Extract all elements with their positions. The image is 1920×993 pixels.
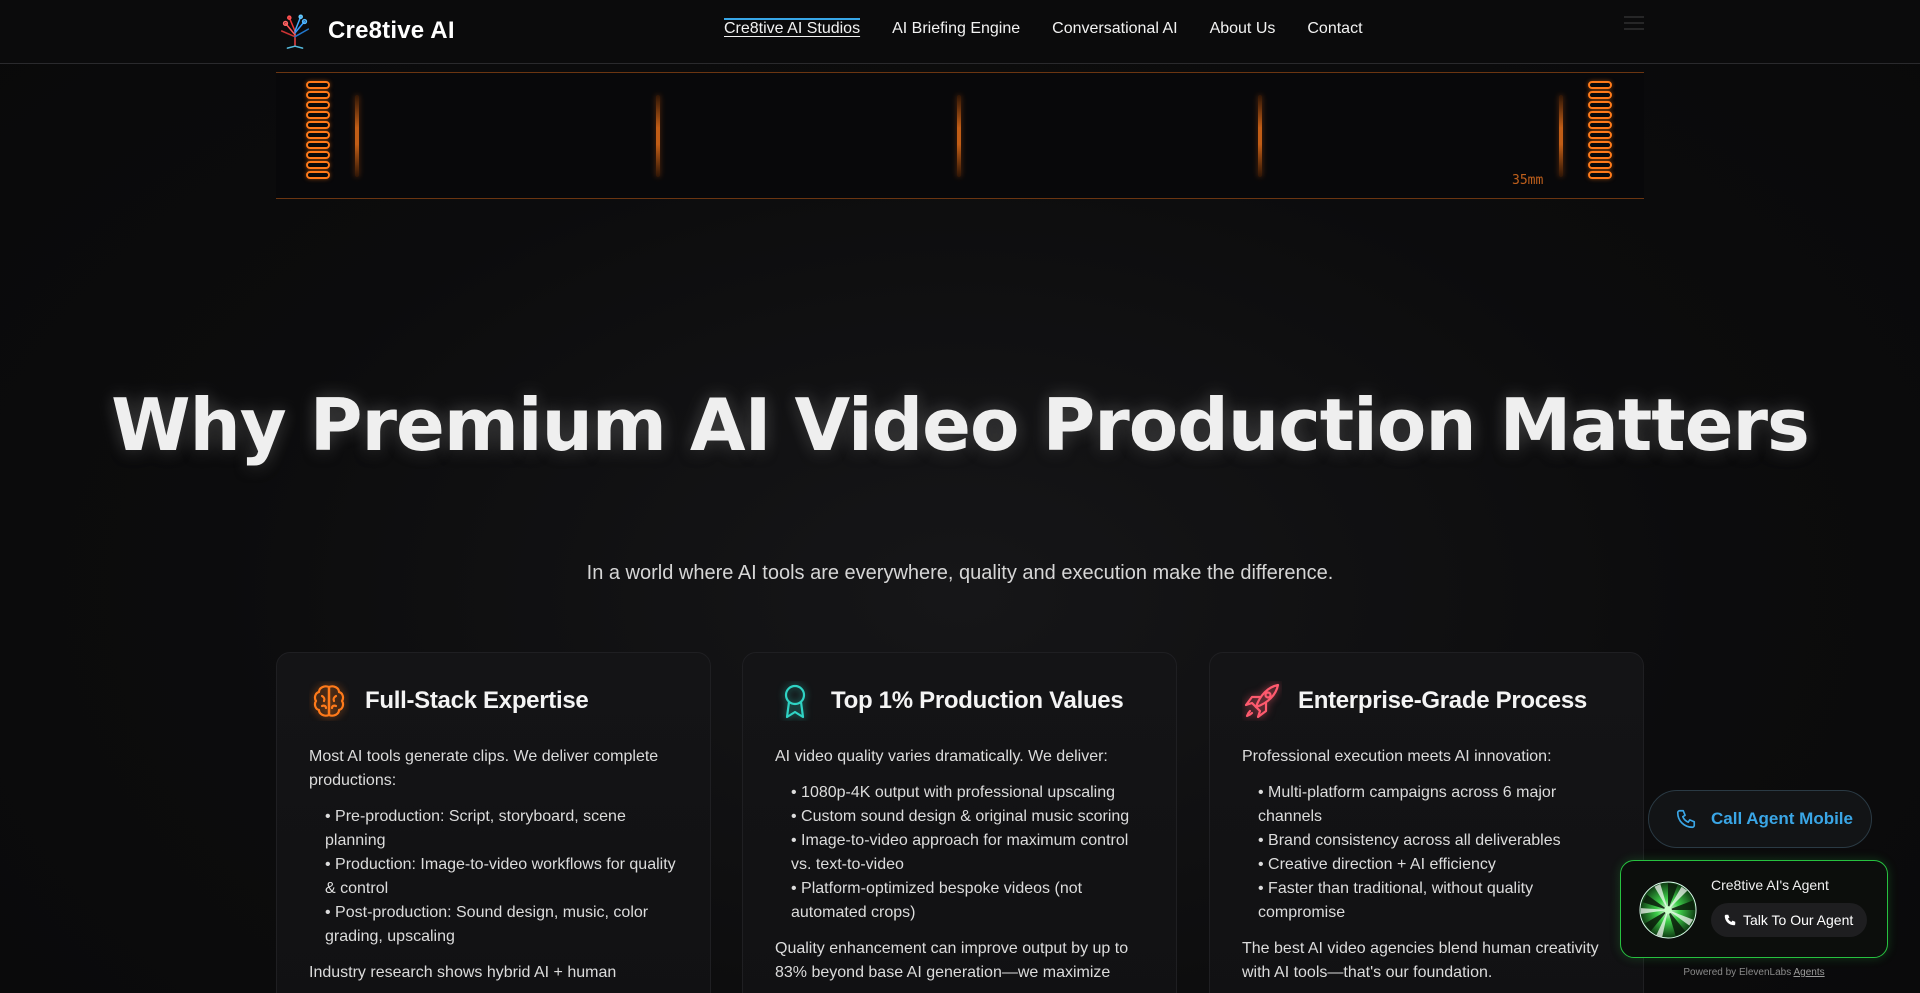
film-format-label: 35mm	[1512, 173, 1544, 188]
phone-icon	[1676, 809, 1696, 829]
sprocket-column-right	[1588, 81, 1612, 181]
hero-title: Why Premium AI Video Production Matters	[111, 383, 1810, 467]
sprocket-column-left	[306, 81, 330, 181]
card-feature-list: 1080p-4K output with professional upscal…	[791, 781, 1144, 925]
elevenlabs-agents-link[interactable]: Agents	[1793, 967, 1824, 978]
call-agent-mobile-button[interactable]: Call Agent Mobile	[1648, 790, 1872, 848]
list-item: Custom sound design & original music sco…	[791, 805, 1144, 829]
film-frame-divider	[656, 95, 660, 177]
card-title: Full-Stack Expertise	[365, 687, 589, 714]
hamburger-icon[interactable]	[1624, 16, 1644, 30]
top-navbar: Cre8tive AI Cre8tive AI Studios AI Brief…	[0, 0, 1920, 64]
nav-link-about[interactable]: About Us	[1210, 20, 1276, 38]
hero-subtitle: In a world where AI tools are everywhere…	[586, 562, 1334, 584]
film-frame-divider	[1258, 95, 1262, 177]
card-intro: Professional execution meets AI innovati…	[1242, 748, 1552, 765]
card-feature-list: Pre-production: Script, storyboard, scen…	[325, 805, 678, 949]
main-nav: Cre8tive AI Studios AI Briefing Engine C…	[724, 18, 1363, 38]
list-item: 1080p-4K output with professional upscal…	[791, 781, 1144, 805]
list-item: Faster than traditional, without quality…	[1258, 877, 1611, 925]
voice-agent-widget: Cre8tive AI's Agent Talk To Our Agent	[1620, 860, 1888, 958]
talk-to-agent-button[interactable]: Talk To Our Agent	[1711, 903, 1868, 937]
phone-icon	[1724, 914, 1736, 926]
card-title: Enterprise-Grade Process	[1298, 687, 1587, 714]
agent-name: Cre8tive AI's Agent	[1711, 877, 1829, 893]
list-item: Pre-production: Script, storyboard, scen…	[325, 805, 678, 853]
list-item: Production: Image-to-video workflows for…	[325, 853, 678, 901]
brand-link[interactable]: Cre8tive AI	[276, 12, 455, 50]
card-feature-list: Multi-platform campaigns across 6 major …	[1258, 781, 1611, 925]
card-outro: Industry research shows hybrid AI + huma…	[309, 964, 617, 981]
powered-by-footer: Powered by ElevenLabs Agents	[1620, 967, 1888, 978]
tree-logo-icon	[280, 14, 310, 49]
card-outro: Quality enhancement can improve output b…	[775, 940, 1129, 981]
feature-card-production-values: Top 1% Production Values AI video qualit…	[742, 652, 1177, 993]
card-title: Top 1% Production Values	[831, 687, 1124, 714]
feature-card-enterprise-process: Enterprise-Grade Process Professional ex…	[1209, 652, 1644, 993]
talk-to-agent-label: Talk To Our Agent	[1743, 912, 1854, 928]
nav-link-contact[interactable]: Contact	[1307, 20, 1362, 38]
list-item: Post-production: Sound design, music, co…	[325, 901, 678, 949]
feature-card-full-stack: Full-Stack Expertise Most AI tools gener…	[276, 652, 711, 993]
film-frame-divider	[957, 95, 961, 177]
list-item: Creative direction + AI efficiency	[1258, 853, 1611, 877]
award-ribbon-icon	[784, 684, 806, 719]
agent-avatar-orb	[1639, 881, 1697, 939]
list-item: Platform-optimized bespoke videos (not a…	[791, 877, 1144, 925]
card-intro: Most AI tools generate clips. We deliver…	[309, 748, 659, 789]
list-item: Multi-platform campaigns across 6 major …	[1258, 781, 1611, 829]
list-item: Image-to-video approach for maximum cont…	[791, 829, 1144, 877]
film-strip: 35mm	[276, 72, 1644, 199]
nav-link-briefing-engine[interactable]: AI Briefing Engine	[892, 20, 1020, 38]
film-frame-divider	[355, 95, 359, 177]
card-outro: The best AI video agencies blend human c…	[1242, 940, 1599, 981]
card-intro: AI video quality varies dramatically. We…	[775, 748, 1108, 765]
call-agent-mobile-label: Call Agent Mobile	[1711, 809, 1853, 828]
film-frame-divider	[1559, 95, 1563, 177]
brand-name: Cre8tive AI	[328, 17, 455, 44]
rocket-icon	[1244, 683, 1280, 719]
list-item: Brand consistency across all deliverable…	[1258, 829, 1611, 853]
nav-link-conversational-ai[interactable]: Conversational AI	[1052, 20, 1177, 38]
nav-link-studios[interactable]: Cre8tive AI Studios	[724, 18, 861, 38]
brain-icon	[313, 685, 345, 717]
powered-by-text: Powered by ElevenLabs	[1683, 967, 1792, 978]
